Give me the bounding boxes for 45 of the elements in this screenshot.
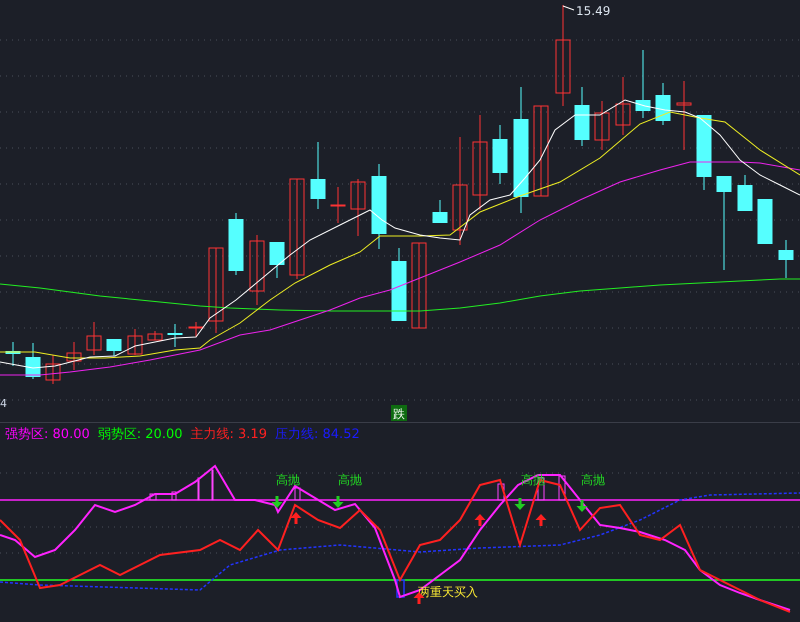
- candlestick: [738, 174, 752, 212]
- candlestick: [270, 242, 284, 278]
- candlestick: [26, 342, 40, 380]
- candlestick: [778, 240, 794, 278]
- down-arrow-icon: [332, 496, 344, 508]
- candlestick: [676, 80, 692, 150]
- candlestick: [432, 200, 448, 224]
- candlestick: [128, 328, 142, 356]
- up-arrow-icon: [536, 514, 546, 526]
- legend-item: 主力线: 3.19: [190, 426, 267, 442]
- axis-label: 4: [0, 397, 7, 410]
- legend-item: 弱势区: 20.00: [98, 426, 182, 442]
- legend-item: 压力线: 84.52: [274, 426, 360, 442]
- marker-badge: 跌: [391, 405, 407, 421]
- up-arrow-icon: [474, 514, 486, 526]
- candlestick: [594, 100, 610, 150]
- signal-label: 高抛: [581, 473, 605, 487]
- candlestick: [350, 178, 366, 236]
- down-arrow-icon: [272, 496, 282, 508]
- candlestick: [636, 50, 650, 118]
- signal-label: 高抛: [276, 473, 300, 487]
- candlestick: [330, 186, 346, 224]
- high-price-label: 15.49: [576, 4, 610, 18]
- candlestick: [168, 324, 182, 348]
- candlestick: [6, 342, 20, 366]
- candlestick: [46, 354, 60, 384]
- candlestick: [188, 322, 204, 338]
- candlestick: [86, 322, 102, 356]
- candlestick: [250, 234, 264, 306]
- down-arrow-icon: [514, 498, 526, 510]
- up-arrow-icon: [290, 512, 302, 524]
- signal-label: 高抛: [338, 473, 362, 487]
- down-arrow-icon: [576, 500, 588, 512]
- candlestick: [66, 342, 82, 370]
- candlestick: [228, 212, 244, 276]
- candlestick: [758, 198, 772, 244]
- candlestick: [148, 330, 162, 340]
- candlestick: [492, 124, 508, 184]
- legend-item: 强势区: 80.00: [5, 426, 90, 442]
- candlestick: [616, 76, 630, 136]
- candlestick: [574, 86, 590, 146]
- candlestick: [106, 338, 122, 356]
- candlestick: [310, 142, 326, 210]
- candlestick: [656, 82, 670, 126]
- bar-mark: [396, 579, 405, 598]
